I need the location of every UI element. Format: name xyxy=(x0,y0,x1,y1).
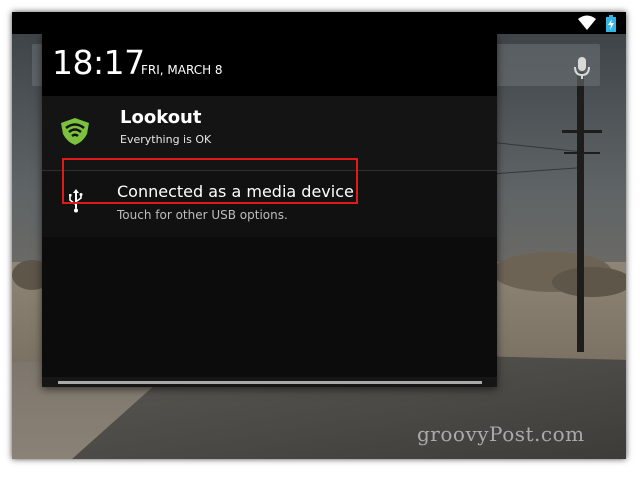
mic-icon[interactable] xyxy=(574,56,590,84)
notification-text: Everything is OK xyxy=(120,133,212,146)
watermark: groovyPost.com xyxy=(417,422,585,446)
shade-drag-handle[interactable] xyxy=(58,381,482,384)
notification-title: Lookout xyxy=(120,107,202,128)
wifi-icon xyxy=(578,15,596,35)
screenshot-frame: groovyPost.com 18:17 FRI, MARCH 8 Lookou… xyxy=(12,12,626,459)
battery-charging-icon xyxy=(606,15,616,36)
wallpaper-pole-arm xyxy=(564,152,600,154)
wallpaper-pole xyxy=(577,72,584,352)
wallpaper-bush xyxy=(552,267,626,297)
highlight-box xyxy=(62,158,358,204)
shade-header: 18:17 FRI, MARCH 8 xyxy=(42,34,497,96)
lookout-shield-icon xyxy=(59,116,91,150)
clock-time: 18:17 xyxy=(52,43,145,82)
wallpaper-pole-arm xyxy=(562,130,602,133)
notification-shade: 18:17 FRI, MARCH 8 Lookout Everything is… xyxy=(42,34,497,387)
clock-date: FRI, MARCH 8 xyxy=(141,63,223,77)
notification-text: Touch for other USB options. xyxy=(117,208,288,222)
shade-empty-area xyxy=(42,237,497,377)
status-bar xyxy=(12,12,626,34)
